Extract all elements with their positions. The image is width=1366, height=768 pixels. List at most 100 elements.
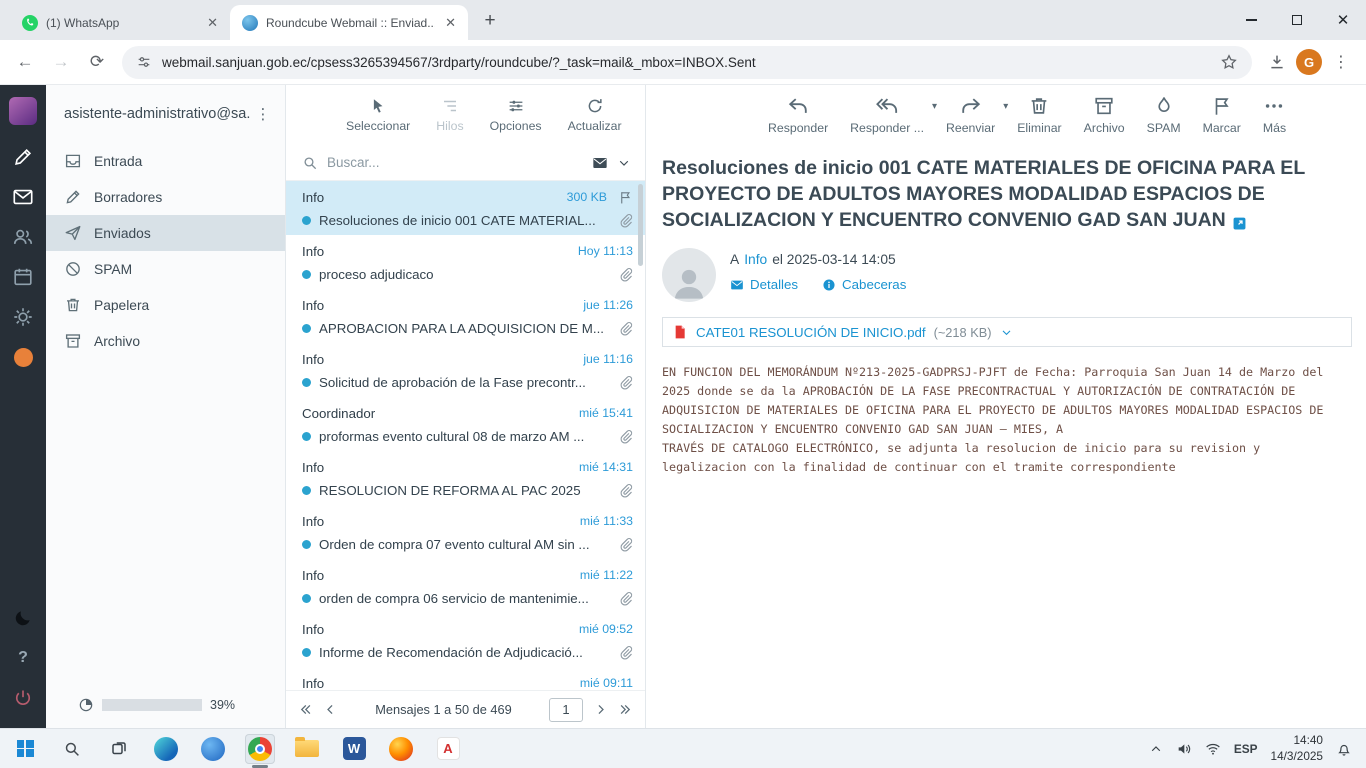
browser-profile-avatar[interactable]: G [1296, 49, 1322, 75]
message-list-item[interactable]: Infomié 09:52 Informe de Recomendación d… [286, 613, 645, 667]
new-tab-button[interactable]: + [476, 7, 504, 35]
unread-dot-icon [302, 648, 311, 657]
forward-button[interactable]: → [44, 45, 78, 79]
chrome-button[interactable] [245, 734, 275, 764]
account-menu-icon[interactable]: ⋮ [251, 105, 275, 123]
start-button[interactable] [10, 734, 40, 764]
bookmark-star-icon[interactable] [1220, 53, 1238, 71]
reply-button[interactable]: Responder [768, 95, 828, 135]
app-button-blue[interactable] [198, 734, 228, 764]
acrobat-button[interactable]: A [433, 734, 463, 764]
recipient-link[interactable]: Info [744, 252, 767, 267]
message-sender: Info [302, 298, 324, 313]
message-list-item[interactable]: Info300 KB Resoluciones de inicio 001 CA… [286, 181, 645, 235]
chevron-down-icon[interactable]: ▾ [932, 101, 937, 112]
headers-toggle[interactable]: Cabeceras [822, 277, 906, 292]
last-page-icon[interactable] [618, 702, 633, 717]
window-close-button[interactable]: ✕ [1320, 0, 1366, 40]
message-date: mié 15:41 [579, 406, 633, 420]
search-scope-button[interactable] [592, 155, 608, 171]
tab-roundcube[interactable]: Roundcube Webmail :: Enviad... ✕ [230, 5, 468, 40]
logout-button[interactable] [0, 678, 46, 718]
chevron-down-icon[interactable]: ▾ [1003, 101, 1008, 112]
forward-button[interactable]: ▾Reenviar [946, 95, 995, 135]
search-icon [302, 155, 318, 171]
details-toggle[interactable]: Detalles [730, 277, 798, 292]
task-view-button[interactable] [104, 734, 134, 764]
notifications-icon[interactable] [1336, 741, 1352, 757]
flag-icon[interactable] [618, 190, 633, 205]
blue-app-icon [201, 737, 225, 761]
spam-button[interactable]: SPAM [1147, 95, 1181, 135]
browser-menu-icon[interactable]: ⋮ [1324, 45, 1358, 79]
list-scrollbar[interactable] [638, 184, 643, 266]
folder-label: Archivo [94, 334, 140, 349]
taskbar-search-button[interactable] [57, 734, 87, 764]
attachment-name[interactable]: CATE01 RESOLUCIÓN DE INICIO.pdf [696, 325, 926, 340]
folder-archivo[interactable]: Archivo [46, 323, 285, 359]
message-list-item[interactable]: Coordinadormié 15:41 proformas evento cu… [286, 397, 645, 451]
open-in-new-window-icon[interactable] [1232, 209, 1247, 235]
window-minimize-button[interactable] [1228, 0, 1274, 40]
calendar-nav-button[interactable] [0, 257, 46, 297]
volume-icon[interactable] [1176, 741, 1192, 757]
cpanel-button[interactable] [0, 337, 46, 377]
refresh-button[interactable]: ⟳ [80, 45, 114, 79]
message-list-item[interactable]: Infojue 11:16 Solicitud de aprobación de… [286, 343, 645, 397]
folder-spam[interactable]: SPAM [46, 251, 285, 287]
tab-close-icon[interactable]: ✕ [443, 14, 458, 31]
back-button[interactable]: ← [8, 45, 42, 79]
message-list-item[interactable]: InfoHoy 11:13 proceso adjudicaco [286, 235, 645, 289]
mark-button[interactable]: Marcar [1203, 95, 1241, 135]
word-button[interactable]: W [339, 734, 369, 764]
hidden-icons-chevron-icon[interactable] [1149, 742, 1163, 756]
dark-mode-toggle[interactable] [0, 598, 46, 638]
downloads-icon[interactable] [1260, 45, 1294, 79]
threads-button[interactable]: Hilos [436, 97, 463, 133]
message-list-item[interactable]: Infomié 09:11 [286, 667, 645, 690]
page-number-input[interactable] [549, 698, 583, 722]
refresh-list-button[interactable]: Actualizar [568, 97, 622, 133]
folder-papelera[interactable]: Papelera [46, 287, 285, 323]
reply-all-button[interactable]: ▾Responder ... [850, 95, 924, 135]
folder-borradores[interactable]: Borradores [46, 179, 285, 215]
message-list-item[interactable]: Infomié 14:31 RESOLUCION DE REFORMA AL P… [286, 451, 645, 505]
delete-button[interactable]: Eliminar [1017, 95, 1061, 135]
message-list-item[interactable]: Infomié 11:33 Orden de compra 07 evento … [286, 505, 645, 559]
url-bar[interactable]: webmail.sanjuan.gob.ec/cpsess3265394567/… [122, 46, 1252, 79]
tab-close-icon[interactable]: ✕ [205, 14, 220, 31]
mail-nav-button[interactable] [0, 177, 46, 217]
search-options-chevron-icon[interactable] [617, 156, 631, 170]
edge-button[interactable] [151, 734, 181, 764]
select-button[interactable]: Seleccionar [346, 97, 410, 133]
search-input[interactable] [327, 155, 583, 170]
settings-nav-button[interactable] [0, 297, 46, 337]
folder-enviados[interactable]: Enviados [46, 215, 285, 251]
folder-entrada[interactable]: Entrada [46, 143, 285, 179]
site-info-icon[interactable] [136, 54, 152, 70]
attachment-row[interactable]: CATE01 RESOLUCIÓN DE INICIO.pdf (~218 KB… [662, 317, 1352, 347]
attachment-menu-chevron-icon[interactable] [1000, 326, 1013, 339]
next-page-icon[interactable] [593, 702, 608, 717]
help-button[interactable]: ? [0, 638, 46, 678]
message-date: jue 11:16 [583, 352, 633, 366]
taskbar-clock[interactable]: 14:40 14/3/2025 [1271, 733, 1323, 764]
language-indicator[interactable]: ESP [1234, 742, 1258, 756]
first-page-icon[interactable] [298, 702, 313, 717]
network-icon[interactable] [1205, 741, 1221, 757]
options-button[interactable]: Opciones [490, 97, 542, 133]
firefox-button[interactable] [386, 734, 416, 764]
contacts-nav-button[interactable] [0, 217, 46, 257]
message-list-item[interactable]: Infojue 11:26 APROBACION PARA LA ADQUISI… [286, 289, 645, 343]
message-list-item[interactable]: Infomié 11:22 orden de compra 06 servici… [286, 559, 645, 613]
more-button[interactable]: Más [1263, 95, 1286, 135]
tab-whatsapp[interactable]: (1) WhatsApp ✕ [10, 5, 230, 40]
file-explorer-button[interactable] [292, 734, 322, 764]
message-sender: Info [302, 352, 324, 367]
compose-button[interactable] [0, 137, 46, 177]
previous-page-icon[interactable] [323, 702, 338, 717]
message-sender: Coordinador [302, 406, 375, 421]
message-list-panel: Seleccionar Hilos Opciones Actualizar In… [286, 85, 646, 728]
window-maximize-button[interactable] [1274, 0, 1320, 40]
archive-button[interactable]: Archivo [1084, 95, 1125, 135]
